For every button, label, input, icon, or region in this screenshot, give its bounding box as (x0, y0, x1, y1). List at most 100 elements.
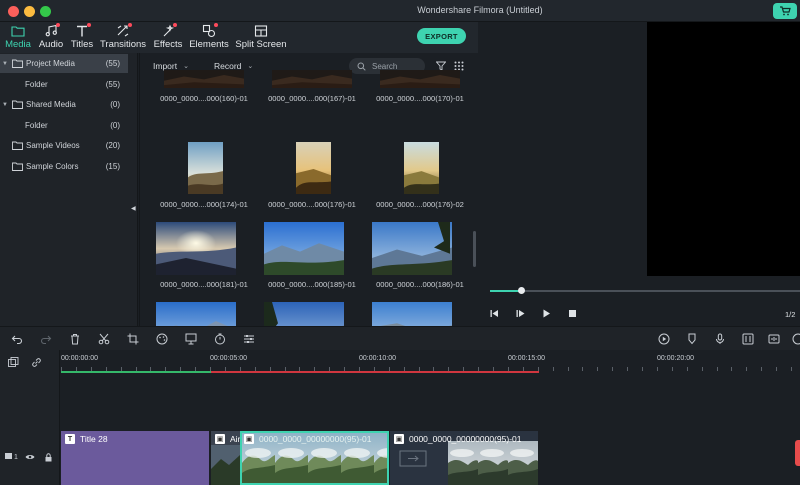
tree-item-project-media[interactable]: ▼ Project Media (55) (0, 54, 128, 73)
media-library-tree: ◀ ▼ Project Media (55) Folder (55) ▼ Shared Me… (0, 53, 138, 372)
expand-arrow-icon[interactable]: ▼ (0, 61, 10, 67)
lock-icon[interactable] (45, 453, 52, 462)
tree-item-label: Sample Videos (26, 141, 80, 150)
ruler-time-label: 00:00:10:00 (359, 355, 396, 362)
ruler-tick (672, 367, 673, 371)
clip-label: ▣ 0000_0000_00000000(95)-01 (394, 434, 522, 444)
tab-titles[interactable]: Titles (70, 22, 94, 53)
undo-icon[interactable] (11, 333, 23, 345)
tree-item-label: Shared Media (26, 100, 76, 109)
music-note-icon (44, 23, 60, 38)
ruler-tick (612, 367, 613, 371)
tab-elements[interactable]: Elements (189, 22, 229, 53)
video-clip-icon: ▣ (394, 434, 404, 444)
tab-audio[interactable]: Audio (37, 22, 65, 53)
stop-icon[interactable] (568, 309, 577, 318)
ruler-tick (568, 367, 569, 371)
play-icon[interactable] (542, 309, 551, 318)
tab-label: Elements (189, 39, 229, 50)
air-clip[interactable]: ▣ Air (211, 431, 240, 485)
ruler-tick (627, 367, 628, 371)
new-badge-dot (173, 23, 177, 27)
selected-clip-label: ▣ 0000_0000_00000000(95)-01 (244, 434, 372, 444)
expand-arrow-icon[interactable]: ▼ (0, 102, 10, 108)
ruler-time-label: 00:00:20:00 (657, 355, 694, 362)
microphone-icon[interactable] (714, 333, 726, 345)
eye-icon[interactable] (25, 453, 35, 461)
panel-divider (139, 53, 140, 326)
crop-icon[interactable] (127, 333, 139, 345)
shield-marker-icon[interactable] (686, 333, 698, 345)
zoom-icon[interactable] (792, 333, 800, 345)
air-clip-label: ▣ Air (215, 434, 240, 444)
media-caption: 0000_0000....000(185)-01 (268, 280, 356, 289)
title-clip[interactable]: T Title 28 (61, 431, 210, 485)
video-clip-icon: ▣ (215, 434, 225, 444)
play-frame-icon[interactable] (516, 309, 525, 318)
media-thumbnail (372, 222, 452, 275)
media-caption: 0000_0000....000(186)-01 (376, 280, 464, 289)
tree-item-label: Project Media (26, 59, 75, 68)
text-t-icon (75, 23, 91, 38)
preview-panel: 1/2 (479, 22, 800, 326)
cut-scissors-icon[interactable] (98, 333, 110, 345)
ruler-tick (642, 367, 643, 371)
render-bar-pending (211, 371, 539, 373)
tab-media[interactable]: Media (3, 22, 33, 53)
cart-button[interactable] (773, 3, 797, 19)
ruler-tick (746, 367, 747, 371)
selected-video-clip[interactable]: ▣ 0000_0000_00000000(95)-01 (240, 431, 389, 485)
tab-split-screen[interactable]: Split Screen (235, 22, 287, 53)
elements-icon (202, 23, 218, 38)
tree-item-folder[interactable]: Folder (0) (0, 116, 128, 135)
tree-item-sample-videos[interactable]: Sample Videos (20) (0, 136, 128, 155)
tree-item-sample-colors[interactable]: Sample Colors (15) (0, 157, 128, 176)
ruler-tick (731, 367, 732, 371)
tree-item-label: Sample Colors (26, 162, 79, 171)
voiceover-icon[interactable] (768, 333, 780, 345)
folder-icon (12, 162, 23, 171)
media-thumbnail (272, 70, 352, 88)
link-icon[interactable] (31, 357, 42, 368)
record-side-tab[interactable] (795, 440, 800, 466)
media-thumbnail (404, 142, 439, 194)
render-bar-done (61, 371, 211, 373)
media-thumbnail (188, 142, 223, 194)
media-scrollbar[interactable] (473, 231, 476, 267)
ruler-tick (553, 367, 554, 371)
skip-back-icon[interactable] (490, 309, 499, 318)
tab-transitions[interactable]: Transitions (100, 22, 146, 53)
effects-sparkle-icon (161, 23, 177, 38)
audio-mixer-icon[interactable] (742, 333, 754, 345)
ruler-tick (597, 367, 598, 371)
clip-name: 0000_0000_00000000(95)-01 (409, 434, 522, 444)
green-screen-icon[interactable] (185, 333, 197, 345)
folder-icon (12, 59, 23, 68)
tree-item-label: Folder (25, 80, 48, 89)
adjust-sliders-icon[interactable] (243, 333, 255, 345)
speed-timer-icon[interactable] (214, 333, 226, 345)
delete-icon[interactable] (69, 333, 81, 345)
add-track-icon[interactable] (8, 357, 19, 368)
playhead-knob[interactable] (518, 287, 525, 294)
tree-item-shared-media[interactable]: ▼ Shared Media (0) (0, 95, 128, 114)
ruler-time-label: 00:00:00:00 (61, 355, 98, 362)
playback-progress-track[interactable] (490, 290, 800, 292)
render-preview-icon[interactable] (658, 333, 670, 345)
folder-icon (12, 100, 23, 109)
color-palette-icon[interactable] (156, 333, 168, 345)
tree-item-folder[interactable]: Folder (55) (0, 75, 128, 94)
media-caption: 0000_0000....000(167)-01 (268, 94, 356, 103)
media-thumbnail (264, 302, 344, 326)
collapse-panel-icon[interactable]: ◀ (131, 205, 136, 212)
video-clip[interactable]: ▣ 0000_0000_00000000(95)-01 (390, 431, 538, 485)
tree-item-label: Folder (25, 121, 48, 130)
media-thumbnail (264, 222, 344, 275)
tab-label: Titles (70, 39, 94, 50)
video-clip-icon: ▣ (244, 434, 254, 444)
export-button[interactable]: EXPORT (417, 28, 466, 44)
redo-icon[interactable] (40, 333, 52, 345)
preview-screen (647, 22, 800, 276)
media-caption: 0000_0000....000(176)-01 (268, 200, 356, 209)
tab-effects[interactable]: Effects (152, 22, 184, 53)
